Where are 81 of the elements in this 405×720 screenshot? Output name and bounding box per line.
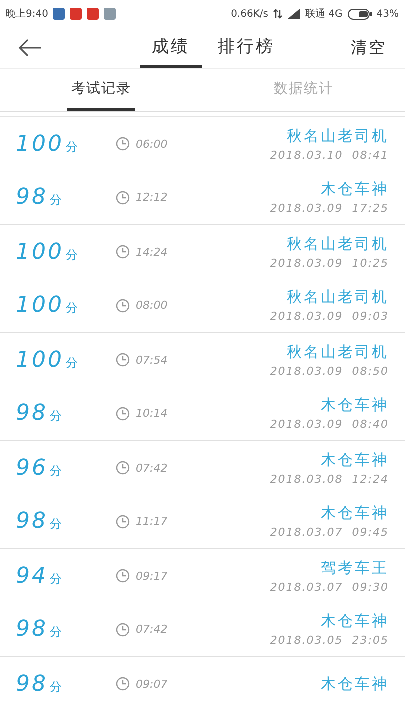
signal-icon — [288, 9, 300, 19]
app-icon — [104, 8, 116, 20]
exam-date: 2018.03.07 09:30 — [270, 580, 389, 594]
duration: 10:14 — [136, 407, 168, 420]
battery-level: 43% — [376, 8, 399, 20]
tab[interactable]: 排行榜 — [206, 28, 287, 68]
exam-date: 2018.03.09 17:25 — [270, 202, 389, 215]
duration: 14:24 — [136, 246, 168, 258]
clock-icon — [116, 406, 130, 420]
back-icon[interactable] — [18, 39, 42, 57]
clock-icon — [116, 514, 130, 528]
user-name: 秋名山老司机 — [287, 288, 389, 307]
user-name: 秋名山老司机 — [287, 126, 389, 146]
user-name: 秋名山老司机 — [287, 342, 389, 362]
exam-date: 2018.03.09 09:03 — [270, 310, 389, 323]
data-transfer-icon — [273, 9, 284, 19]
tab[interactable]: 成绩 — [140, 28, 202, 68]
score-unit: 分 — [66, 246, 78, 264]
duration: 08:00 — [136, 299, 168, 312]
score: 100 — [16, 293, 64, 318]
exam-date: 2018.03.09 08:40 — [270, 418, 389, 431]
score-unit: 分 — [50, 678, 62, 696]
clear-button[interactable]: 清空 — [351, 38, 387, 58]
carrier-label: 联通 4G — [305, 8, 343, 21]
clock-icon — [116, 622, 130, 636]
score-unit: 分 — [66, 354, 78, 372]
score: 98 — [16, 185, 48, 210]
score: 96 — [16, 456, 48, 480]
duration: 06:00 — [136, 138, 168, 150]
score: 98 — [16, 401, 48, 426]
exam-date: 2018.03.09 10:25 — [270, 256, 389, 270]
clock-icon — [116, 353, 130, 367]
score-unit: 分 — [50, 624, 62, 641]
score-unit: 分 — [66, 300, 78, 317]
duration: 07:42 — [136, 462, 168, 474]
user-name: 木仓车神 — [321, 504, 389, 523]
duration: 11:17 — [136, 515, 168, 528]
user-name: 木仓车神 — [321, 674, 389, 694]
user-name: 驾考车王 — [321, 558, 389, 578]
app-icon — [87, 8, 100, 20]
clock-icon — [116, 190, 130, 204]
user-name: 秋名山老司机 — [287, 234, 389, 254]
clock-icon — [116, 245, 130, 259]
battery-icon — [348, 8, 372, 20]
score-unit: 分 — [50, 570, 62, 588]
duration: 12:12 — [136, 191, 168, 204]
subtab[interactable]: 考试记录 — [67, 69, 136, 111]
clock-icon — [116, 677, 130, 691]
score: 100 — [16, 132, 64, 156]
user-name: 木仓车神 — [321, 450, 389, 470]
duration: 07:42 — [136, 623, 168, 636]
clock-icon — [116, 569, 130, 583]
exam-date: 2018.03.07 09:45 — [270, 526, 389, 539]
score: 100 — [16, 348, 64, 372]
score: 98 — [16, 672, 48, 696]
score-unit: 分 — [50, 192, 62, 209]
duration: 09:17 — [136, 570, 168, 582]
user-name: 木仓车神 — [321, 180, 389, 199]
status-time: 晚上9:40 — [6, 8, 48, 21]
exam-date: 2018.03.09 08:50 — [270, 364, 389, 378]
exam-date: 2018.03.05 23:05 — [270, 634, 389, 647]
score-unit: 分 — [50, 462, 62, 480]
score-unit: 分 — [50, 408, 62, 425]
exam-date: 2018.03.08 12:24 — [270, 472, 389, 486]
duration: 07:54 — [136, 354, 168, 366]
score: 98 — [16, 617, 48, 642]
score-unit: 分 — [66, 138, 78, 156]
network-speed: 0.66K/s — [231, 8, 268, 20]
clock-icon — [116, 298, 130, 312]
score-unit: 分 — [50, 516, 62, 533]
app-icon — [70, 8, 82, 20]
exam-date: 2018.03.10 08:41 — [270, 148, 389, 162]
user-name: 木仓车神 — [321, 396, 389, 415]
user-name: 木仓车神 — [321, 612, 389, 631]
clock-icon — [116, 461, 130, 475]
score: 94 — [16, 564, 48, 588]
duration: 09:07 — [136, 678, 168, 690]
score: 100 — [16, 240, 64, 264]
clock-icon — [116, 137, 130, 151]
score: 98 — [16, 509, 48, 534]
app-icon — [53, 8, 66, 20]
